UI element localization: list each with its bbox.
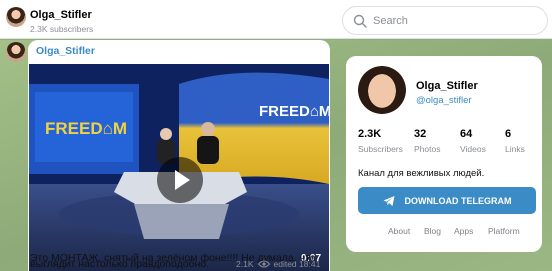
view-count: 2.1K xyxy=(236,259,254,269)
eye-icon xyxy=(257,260,270,268)
video-player[interactable]: FREED⌂M FREED⌂M 0:07 xyxy=(29,64,329,271)
stat-value: 6 xyxy=(505,128,512,140)
stat-label: Videos xyxy=(460,144,486,154)
download-telegram-button[interactable]: DOWNLOAD TELEGRAM xyxy=(358,187,536,214)
play-button[interactable] xyxy=(157,157,203,203)
stat-value: 64 xyxy=(460,128,473,140)
channel-post: Olga_Stifler FREED⌂M FREED⌂M 0:07 Это МО… xyxy=(28,40,330,271)
footer-link-about[interactable]: About xyxy=(388,226,410,236)
subscriber-count: 2.3K subscribers xyxy=(30,24,94,34)
telegram-plane-icon xyxy=(383,195,394,206)
footer-link-platform[interactable]: Platform xyxy=(488,226,520,236)
profile-handle[interactable]: @olga_stifler xyxy=(416,95,472,106)
video-logo-right: FREED⌂M xyxy=(259,103,329,120)
stat-label: Subscribers xyxy=(358,144,403,154)
channel-title[interactable]: Olga_Stifler xyxy=(30,9,92,21)
channel-avatar[interactable] xyxy=(6,7,26,27)
edited-time: edited 18:41 xyxy=(273,259,321,269)
channel-profile-card: Olga_Stifler @olga_stifler 2.3K Subscrib… xyxy=(346,56,542,252)
post-text-line-2-row: выглядит настолько правдоподобно. xyxy=(30,258,209,270)
post-text-line-2: выглядит настолько правдоподобно. xyxy=(30,258,210,270)
footer-link-apps[interactable]: Apps xyxy=(454,226,473,236)
post-author[interactable]: Olga_Stifler xyxy=(36,45,95,57)
stat-label: Photos xyxy=(414,144,441,154)
play-icon xyxy=(175,170,190,190)
top-bar: Olga_Stifler 2.3K subscribers Search xyxy=(0,0,552,39)
stat-photos: 32 Photos xyxy=(414,128,440,154)
stat-links: 6 Links xyxy=(505,128,525,154)
stat-value: 32 xyxy=(414,128,427,140)
stat-videos: 64 Videos xyxy=(460,128,486,154)
stat-subscribers: 2.3K Subscribers xyxy=(358,128,403,154)
stat-value: 2.3K xyxy=(358,128,382,140)
profile-photo xyxy=(358,66,406,114)
profile-name: Olga_Stifler xyxy=(416,80,478,92)
message-avatar[interactable] xyxy=(6,42,26,62)
search-placeholder: Search xyxy=(373,15,408,27)
search-icon xyxy=(353,14,367,28)
post-meta: 2.1K edited 18:41 xyxy=(236,259,320,269)
search-input[interactable]: Search xyxy=(342,6,548,35)
channel-description: Канал для вежливых людей. xyxy=(358,168,485,179)
download-button-label: DOWNLOAD TELEGRAM xyxy=(404,195,512,206)
footer-link-blog[interactable]: Blog xyxy=(424,226,441,236)
video-logo-left: FREED⌂M xyxy=(45,119,127,138)
stat-label: Links xyxy=(505,144,525,154)
